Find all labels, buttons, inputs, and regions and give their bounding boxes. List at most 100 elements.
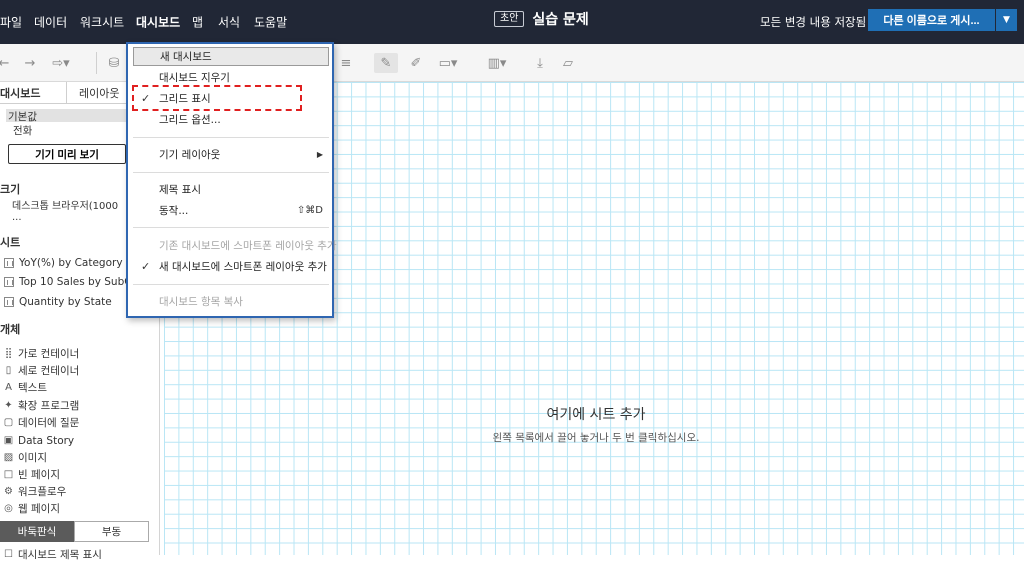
- data-story-icon: ▣: [3, 435, 14, 446]
- device-preview-button[interactable]: 기기 미리 보기: [8, 144, 126, 164]
- sheet-icon: [4, 258, 14, 268]
- object-data-story[interactable]: ▣ Data Story: [3, 433, 74, 448]
- image-icon: ▨: [3, 452, 14, 463]
- menu-item-label: 기기 레이아웃: [159, 149, 221, 161]
- save-status: 모든 변경 내용 저장됨: [760, 15, 867, 29]
- sheet-icon: [4, 297, 14, 307]
- tab-dashboard[interactable]: 대시보드: [0, 82, 64, 104]
- sheet-label: YoY(%) by Category: [19, 257, 123, 269]
- workflow-icon: ⚙: [4, 486, 13, 497]
- menu-help[interactable]: 도움말: [254, 14, 287, 31]
- drop-zone-subtitle: 왼쪽 목록에서 끌어 놓거나 두 번 클릭하십시오.: [492, 432, 700, 444]
- download-icon[interactable]: ⤓: [530, 53, 550, 73]
- sheet-icon: [4, 277, 14, 287]
- dashboard-menu-dropdown: 새 대시보드 대시보드 지우기 ✓ 그리드 표시 그리드 옵션... 기기 레이아…: [126, 42, 337, 318]
- menu-item-label: 새 대시보드: [160, 51, 212, 63]
- menu-add-phone-layout-existing: 기존 대시보드에 스마트폰 레이아웃 추가: [133, 236, 337, 255]
- highlight-icon[interactable]: ✎: [374, 53, 398, 73]
- size-dropdown[interactable]: 데스크톱 브라우저(1000 ...: [4, 201, 126, 223]
- blank-icon: □: [3, 469, 14, 480]
- menu-copy-dashboard-items: 대시보드 항목 복사: [133, 292, 329, 311]
- object-workflow[interactable]: ⚙ 워크플로우: [3, 484, 66, 499]
- object-label: 텍스트: [18, 382, 47, 394]
- menu-separator: [133, 137, 329, 138]
- workbook-title-area: 초안 실습 문제: [494, 10, 589, 28]
- menu-new-dashboard[interactable]: 새 대시보드: [133, 47, 329, 66]
- extension-icon: ✦: [4, 400, 13, 411]
- menu-dashboard[interactable]: 대시보드: [136, 14, 180, 31]
- annotate-icon[interactable]: ✐: [406, 53, 426, 73]
- forward-icon[interactable]: →: [20, 53, 40, 73]
- object-label: 워크플로우: [18, 486, 67, 498]
- object-label: 세로 컨테이너: [18, 365, 80, 377]
- caret-down-icon: ▼: [1003, 15, 1010, 25]
- vertical-container-icon: ▯: [5, 365, 12, 376]
- object-label: 데이터에 질문: [18, 417, 80, 429]
- objects-heading: 개체: [0, 323, 21, 336]
- toolbar-divider: [96, 52, 97, 74]
- object-blank[interactable]: □ 빈 페이지: [3, 467, 60, 482]
- menu-item-label: 제목 표시: [159, 184, 201, 196]
- menu-worksheet[interactable]: 워크시트: [80, 14, 124, 31]
- submenu-arrow-icon: ▶: [316, 150, 323, 159]
- object-label: 웹 페이지: [18, 503, 60, 515]
- device-phone[interactable]: 전화: [13, 123, 32, 138]
- redo-icon[interactable]: ⇨▾: [46, 53, 76, 73]
- size-heading: 크기: [0, 183, 21, 196]
- menu-item-label: 대시보드 항목 복사: [159, 296, 243, 308]
- menu-add-phone-layout-new[interactable]: ✓ 새 대시보드에 스마트폰 레이아웃 추가: [133, 257, 329, 276]
- menu-item-label: 대시보드 지우기: [159, 72, 230, 84]
- menu-separator: [133, 284, 329, 285]
- publish-as-button[interactable]: 다른 이름으로 게시...: [868, 9, 995, 31]
- menu-actions[interactable]: 동작... ⇧⌘D: [133, 201, 329, 220]
- menu-item-label: 기존 대시보드에 스마트폰 레이아웃 추가: [159, 240, 337, 252]
- size-value: 데스크톱 브라우저(1000 ...: [12, 200, 119, 223]
- menu-show-title[interactable]: 제목 표시: [133, 180, 329, 199]
- menu-item-label: 새 대시보드에 스마트폰 레이아웃 추가: [159, 261, 327, 273]
- object-web-page[interactable]: ◎ 웹 페이지: [3, 501, 60, 516]
- device-default[interactable]: 기본값: [8, 109, 37, 124]
- menu-device-layouts[interactable]: 기기 레이아웃 ▶: [133, 145, 329, 164]
- menu-file[interactable]: 파일: [0, 14, 22, 31]
- object-label: 확장 프로그램: [18, 400, 80, 412]
- floating-button[interactable]: 부동: [74, 521, 149, 542]
- sheets-heading: 시트: [0, 236, 21, 249]
- presentation-icon[interactable]: ▱: [558, 53, 578, 73]
- top-bar: 파일 데이터 워크시트 대시보드 맵 서식 도움말 초안 실습 문제 모든 변경…: [0, 0, 1024, 44]
- sheet-label: Quantity by State: [19, 296, 112, 308]
- drop-zone-title: 여기에 시트 추가: [546, 407, 646, 423]
- show-me-icon[interactable]: ▥▾: [482, 53, 512, 73]
- draft-badge: 초안: [494, 11, 525, 27]
- menu-map[interactable]: 맵: [192, 14, 203, 31]
- sheet-label: Top 10 Sales by SubC...: [19, 276, 128, 288]
- checkmark-icon: ✓: [141, 260, 151, 273]
- back-icon[interactable]: ←: [0, 53, 14, 73]
- object-label: 가로 컨테이너: [18, 348, 80, 360]
- sheet-item[interactable]: Quantity by State: [4, 294, 128, 310]
- object-ask-data[interactable]: ▢ 데이터에 질문: [3, 415, 80, 430]
- text-icon: A: [5, 382, 12, 393]
- menu-grid-options[interactable]: 그리드 옵션...: [133, 110, 329, 129]
- menu-data[interactable]: 데이터: [34, 14, 67, 31]
- object-horizontal-container[interactable]: ⣿ 가로 컨테이너: [3, 346, 79, 361]
- object-vertical-container[interactable]: ▯ 세로 컨테이너: [3, 363, 80, 378]
- object-extension[interactable]: ✦ 확장 프로그램: [3, 398, 79, 413]
- sheet-item[interactable]: Top 10 Sales by SubC...: [4, 274, 128, 290]
- object-image[interactable]: ▨ 이미지: [3, 450, 47, 465]
- tiled-floating-toggle: 바둑판식 부동: [0, 521, 149, 542]
- new-datasource-icon[interactable]: ⛁: [104, 53, 124, 73]
- web-page-icon: ◎: [4, 503, 13, 514]
- fit-icon[interactable]: ▭▾: [434, 53, 462, 73]
- horizontal-container-icon: ⣿: [4, 348, 13, 359]
- menu-item-label: 동작...: [159, 205, 189, 217]
- format-icon[interactable]: ≡: [336, 53, 356, 73]
- menu-separator: [133, 172, 329, 173]
- ask-data-icon: ▢: [3, 417, 14, 428]
- object-text[interactable]: A 텍스트: [3, 380, 47, 395]
- sheet-item[interactable]: YoY(%) by Category: [4, 255, 128, 271]
- menu-format[interactable]: 서식: [218, 14, 240, 31]
- tiled-button[interactable]: 바둑판식: [0, 521, 74, 542]
- workbook-title[interactable]: 실습 문제: [532, 9, 588, 29]
- publish-options-button[interactable]: ▼: [996, 9, 1017, 31]
- menu-item-label: 그리드 옵션...: [159, 114, 221, 126]
